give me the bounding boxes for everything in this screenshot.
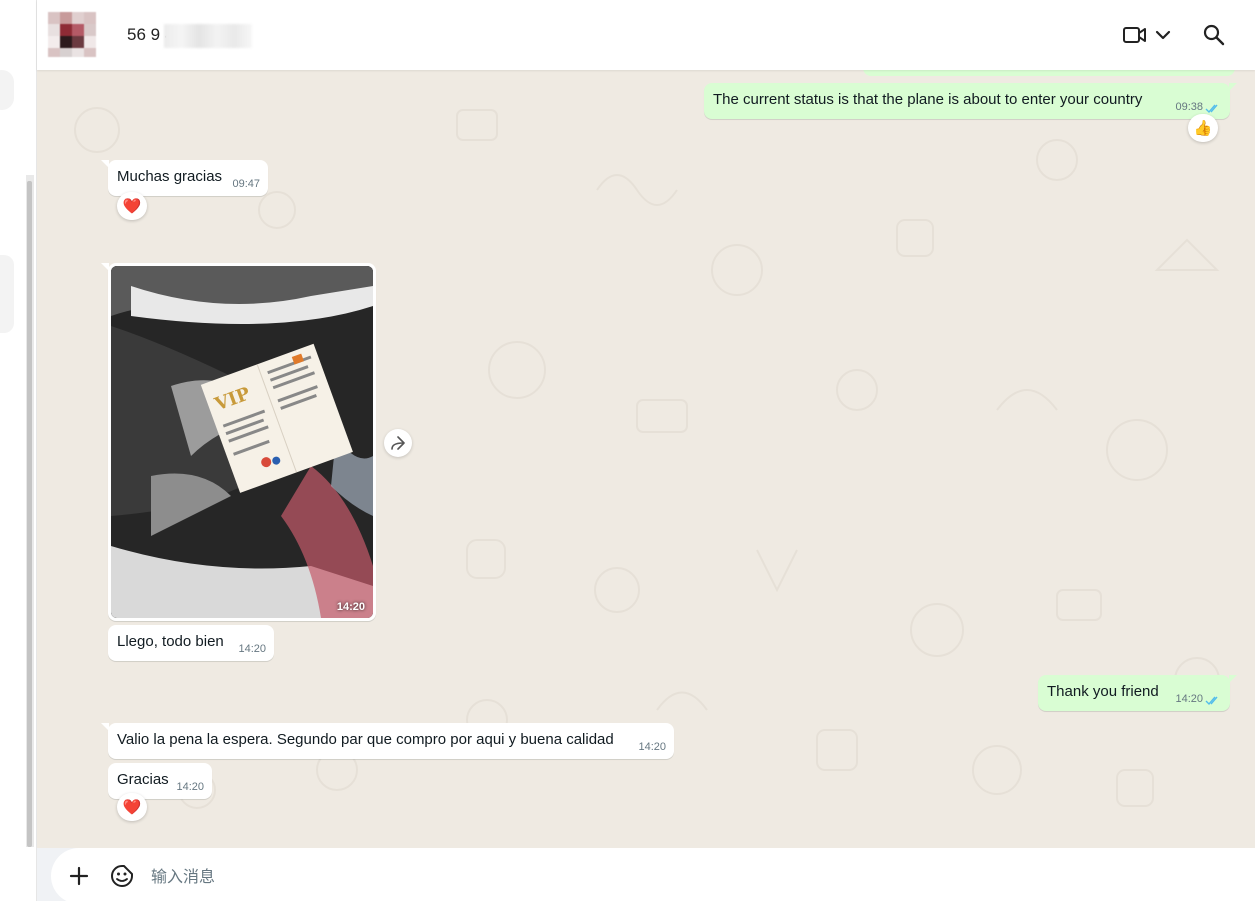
forward-icon bbox=[391, 436, 405, 450]
message-text: Gracias bbox=[117, 771, 169, 788]
conversation-panel[interactable]: The current status is that the plane is … bbox=[37, 70, 1255, 848]
shared-photo[interactable]: VIP 14:20 bbox=[111, 266, 373, 618]
chat-list-scrollbar[interactable] bbox=[26, 175, 34, 847]
message-image[interactable]: VIP 14:20 bbox=[101, 263, 376, 621]
search-icon[interactable] bbox=[1201, 22, 1227, 48]
message-time: 14:20 bbox=[638, 741, 666, 753]
reaction-badge[interactable]: ❤️ bbox=[117, 192, 147, 220]
message-outgoing[interactable]: The current status is that the plane is … bbox=[704, 83, 1237, 119]
message-text: Valio la pena la espera. Segundo par que… bbox=[117, 731, 614, 748]
contact-avatar[interactable] bbox=[48, 12, 96, 57]
message-incoming[interactable]: Llego, todo bien 14:20 bbox=[108, 625, 274, 661]
read-receipt-icon bbox=[1205, 696, 1218, 706]
read-receipt-icon bbox=[1205, 104, 1218, 114]
scrollbar-thumb[interactable] bbox=[27, 181, 32, 847]
message-time: 14:20 bbox=[176, 781, 204, 793]
reaction-badge[interactable]: ❤️ bbox=[117, 793, 147, 821]
redacted-name-area bbox=[164, 24, 252, 48]
message-composer bbox=[37, 848, 1255, 901]
message-text: Llego, todo bien bbox=[117, 633, 224, 650]
message-text: The current status is that the plane is … bbox=[713, 91, 1143, 108]
heart-icon: ❤️ bbox=[122, 197, 142, 215]
sneaker-photo-illustration: VIP bbox=[111, 266, 373, 618]
sticker-icon[interactable] bbox=[109, 863, 135, 889]
message-time: 09:38 bbox=[1175, 101, 1203, 113]
chat-list-item[interactable] bbox=[0, 255, 14, 333]
message-time: 14:20 bbox=[238, 643, 266, 655]
thumbs-up-icon: 👍 bbox=[1193, 119, 1213, 137]
message-time: 14:20 bbox=[1175, 693, 1203, 705]
video-call-icon[interactable] bbox=[1122, 22, 1148, 48]
reaction-badge[interactable]: 👍 bbox=[1188, 114, 1218, 142]
message-time: 14:20 bbox=[336, 601, 365, 613]
heart-icon: ❤️ bbox=[122, 798, 142, 816]
message-input[interactable] bbox=[151, 862, 1051, 890]
chat-list-item[interactable] bbox=[0, 70, 14, 110]
message-outgoing[interactable]: Thank you friend 14:20 bbox=[1038, 675, 1237, 711]
chat-list-pane bbox=[0, 0, 37, 901]
message-text: Muchas gracias bbox=[117, 168, 223, 185]
chevron-down-icon[interactable] bbox=[1152, 22, 1174, 48]
message-time: 09:47 bbox=[232, 178, 260, 190]
plus-icon[interactable] bbox=[66, 863, 92, 889]
message-text: Thank you friend bbox=[1047, 683, 1159, 700]
previous-message-fragment bbox=[863, 70, 1235, 76]
message-incoming[interactable]: Muchas gracias 09:47 bbox=[101, 160, 268, 196]
message-incoming[interactable]: Valio la pena la espera. Segundo par que… bbox=[101, 723, 674, 759]
forward-button[interactable] bbox=[384, 429, 412, 457]
composer-box bbox=[51, 848, 1255, 901]
chat-header: 56 9 4 bbox=[37, 0, 1255, 70]
